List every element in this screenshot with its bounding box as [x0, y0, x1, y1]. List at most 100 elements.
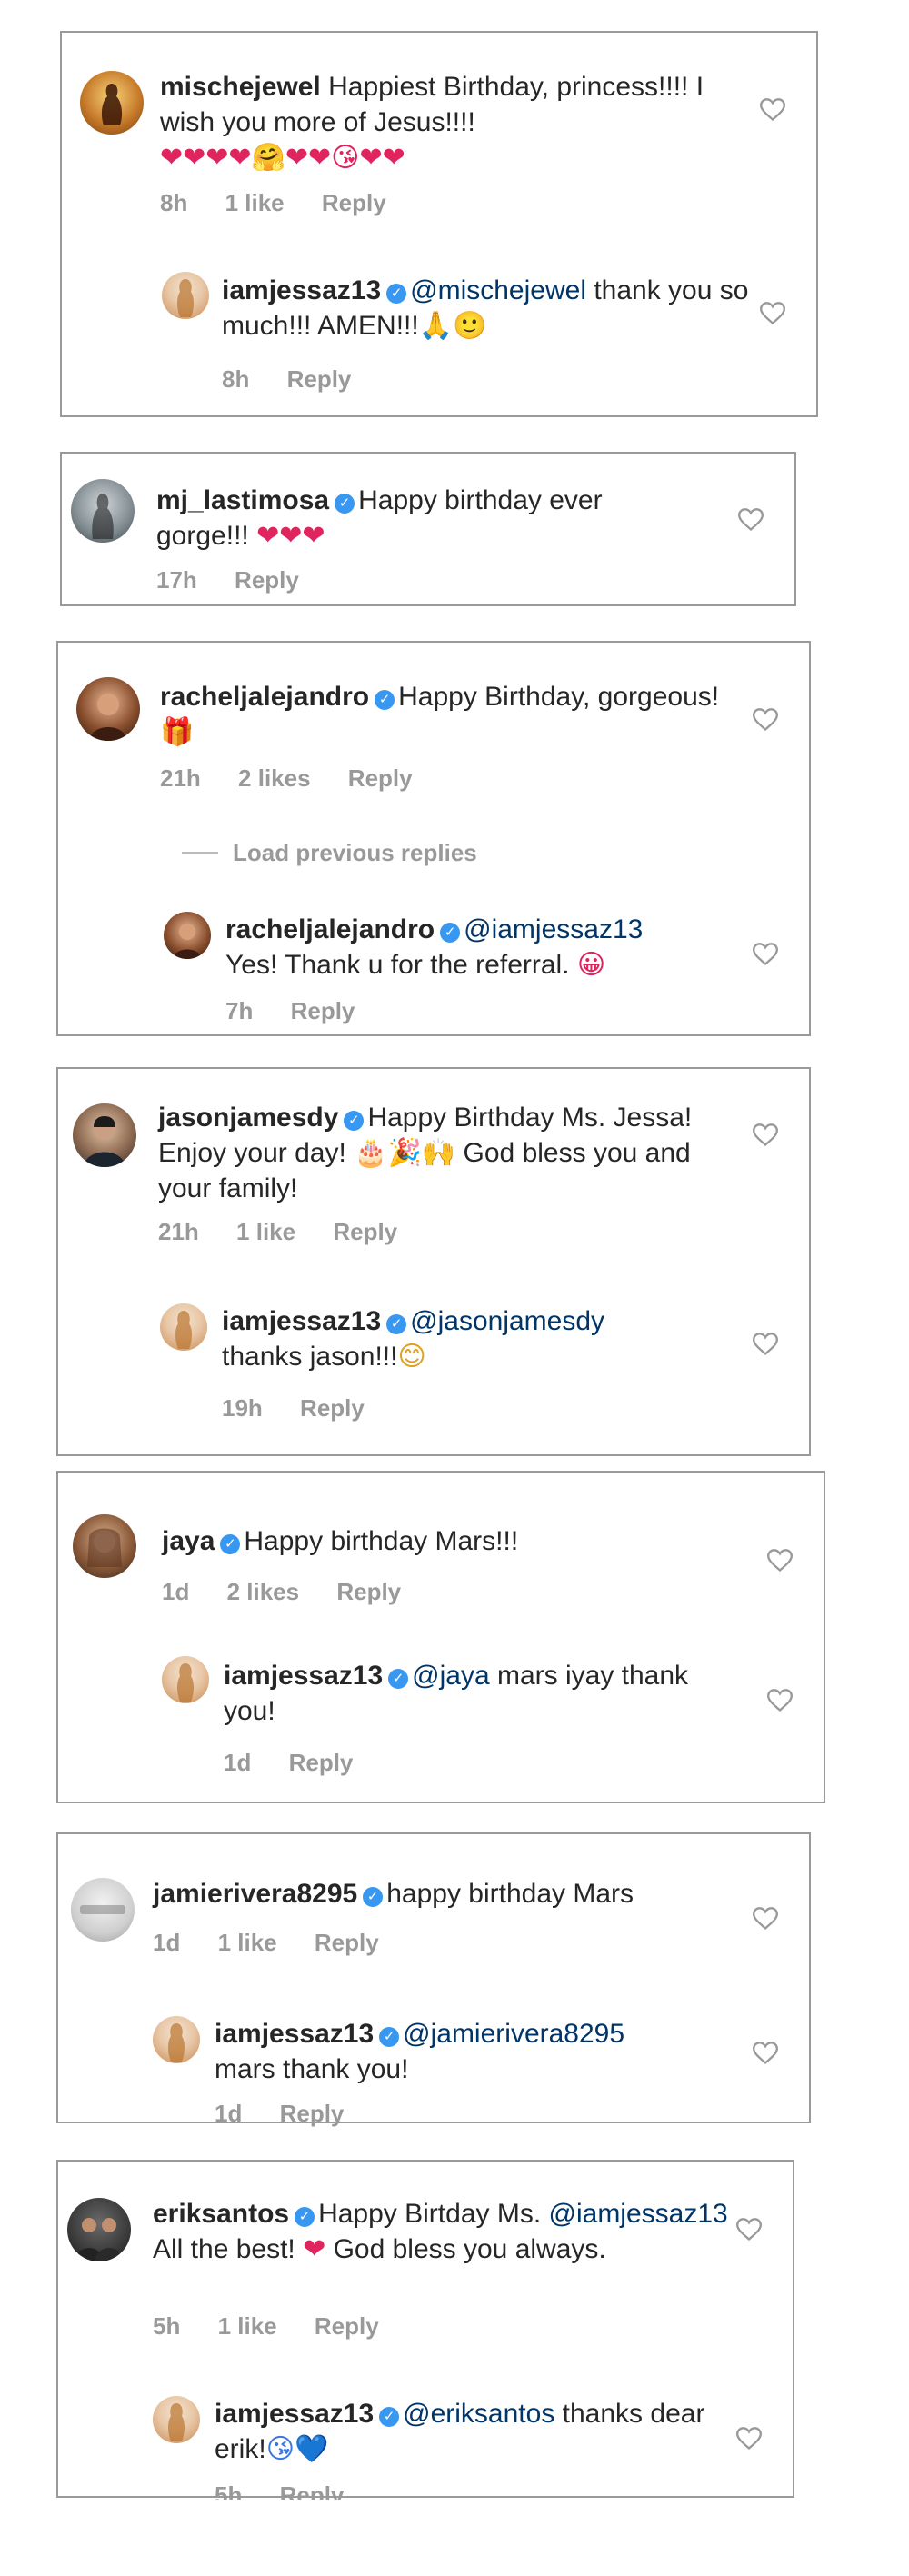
reply-meta: 5h Reply	[215, 2481, 375, 2500]
reply-button[interactable]: Reply	[291, 997, 355, 1024]
avatar[interactable]	[162, 1656, 209, 1703]
heart-icon[interactable]	[753, 1333, 778, 1356]
verified-badge-icon: ✓	[295, 2207, 315, 2227]
mention-link[interactable]: @jamierivera8295	[403, 2019, 624, 2049]
reply-button[interactable]: Reply	[280, 2100, 345, 2127]
heart-icon[interactable]	[736, 2427, 762, 2451]
timestamp: 7h	[225, 997, 254, 1024]
reply-username[interactable]: iamjessaz13	[215, 2019, 374, 2049]
likes-count[interactable]: 1 like	[225, 189, 285, 216]
comment-emoji: ❤❤❤❤🤗❤❤😘❤❤	[160, 142, 405, 174]
heart-icon[interactable]	[753, 708, 778, 732]
avatar[interactable]	[71, 479, 135, 543]
likes-count[interactable]: 2 likes	[238, 764, 311, 792]
reply-button[interactable]: Reply	[336, 1578, 401, 1605]
reply-emoji: 😊	[397, 1341, 426, 1373]
reply-button[interactable]: Reply	[333, 1218, 397, 1245]
comment-username[interactable]: racheljalejandro	[160, 682, 369, 712]
avatar[interactable]	[160, 1303, 207, 1351]
avatar[interactable]	[67, 2198, 131, 2261]
timestamp: 21h	[158, 1218, 199, 1245]
mention-link[interactable]: @eriksantos	[403, 2399, 554, 2429]
mention-link[interactable]: @iamjessaz13	[549, 2199, 728, 2229]
comment-text: eriksantos ✓ Happy Birtday Ms. @iamjessaz1…	[153, 2196, 734, 2267]
avatar[interactable]	[162, 272, 209, 319]
likes-count[interactable]: 1 like	[218, 1929, 277, 1956]
comment-text: jasonjamesdy ✓ Happy Birthday Ms. Jessa! E…	[158, 1100, 740, 1206]
comment-emoji: 🎂🎉🙌	[354, 1137, 456, 1169]
reply-button[interactable]: Reply	[289, 1749, 354, 1776]
reply-button[interactable]: Reply	[315, 2312, 379, 2340]
reply-username[interactable]: iamjessaz13	[224, 1661, 383, 1691]
heart-icon[interactable]	[753, 2042, 778, 2065]
avatar[interactable]	[73, 1103, 136, 1167]
timestamp: 1d	[215, 2100, 243, 2127]
comment-body: Happy Birtday Ms.	[318, 2199, 542, 2229]
reply-body: thanks jason!!!	[222, 1342, 398, 1372]
avatar[interactable]	[73, 1514, 136, 1578]
comment-username[interactable]: jasonjamesdy	[158, 1103, 338, 1133]
reply-button[interactable]: Reply	[315, 1929, 379, 1956]
reply-button[interactable]: Reply	[287, 365, 352, 393]
comment-card: jasonjamesdy ✓ Happy Birthday Ms. Jessa! E…	[56, 1067, 811, 1456]
heart-icon[interactable]	[738, 508, 764, 532]
reply-username[interactable]: racheljalejandro	[225, 914, 435, 944]
reply-text: iamjessaz13 ✓ @jasonjamesdy thanks jason!!…	[222, 1303, 731, 1374]
timestamp: 8h	[160, 189, 188, 216]
heart-icon[interactable]	[753, 943, 778, 966]
reply-button[interactable]: Reply	[322, 189, 386, 216]
timestamp: 1d	[153, 1929, 181, 1956]
reply-emoji: 🙏🙂	[418, 310, 487, 342]
comment-username[interactable]: jaya	[162, 1526, 215, 1556]
reply-body: Yes! Thank u for the referral.	[225, 950, 570, 980]
comment-username[interactable]: eriksantos	[153, 2199, 289, 2229]
verified-badge-icon: ✓	[386, 1314, 407, 1334]
comment-text: mj_lastimosa ✓ Happy birthday ever gorge!!…	[156, 483, 702, 554]
comment-meta: 17h Reply	[156, 566, 330, 594]
reply-username[interactable]: iamjessaz13	[222, 1306, 381, 1336]
timestamp: 1d	[162, 1578, 190, 1605]
reply-emoji: 😀	[576, 949, 606, 981]
mention-link[interactable]: @jasonjamesdy	[410, 1306, 604, 1336]
heart-icon[interactable]	[760, 302, 785, 325]
reply-button[interactable]: Reply	[348, 764, 413, 792]
mention-link[interactable]: @iamjessaz13	[464, 914, 643, 944]
reply-username[interactable]: iamjessaz13	[215, 2399, 374, 2429]
reply-button[interactable]: Reply	[300, 1394, 365, 1422]
avatar[interactable]	[153, 2016, 200, 2063]
heart-icon[interactable]	[760, 98, 785, 122]
avatar[interactable]	[164, 912, 211, 959]
verified-badge-icon: ✓	[388, 1669, 409, 1689]
comment-username[interactable]: jamierivera8295	[153, 1879, 357, 1909]
heart-icon[interactable]	[753, 1123, 778, 1147]
comment-card: jaya ✓ Happy birthday Mars!!! 1d 2 likes R…	[56, 1471, 825, 1803]
comment-card: mj_lastimosa ✓ Happy birthday ever gorge!!…	[60, 452, 796, 606]
comment-username[interactable]: mischejewel	[160, 72, 321, 102]
heart-icon[interactable]	[736, 2218, 762, 2242]
avatar[interactable]	[71, 1878, 135, 1942]
avatar[interactable]	[76, 677, 140, 741]
heart-icon[interactable]	[767, 1689, 793, 1712]
reply-meta: 1d Reply	[224, 1749, 384, 1777]
heart-icon[interactable]	[767, 1549, 793, 1573]
heart-icon[interactable]	[753, 1907, 778, 1931]
comment-card: racheljalejandro ✓ Happy Birthday, gorgeou…	[56, 641, 811, 1036]
reply-button[interactable]: Reply	[280, 2481, 345, 2500]
comment-body-end: God bless you always.	[325, 2234, 606, 2264]
likes-count[interactable]: 1 like	[236, 1218, 295, 1245]
comment-emoji: 🎁	[160, 716, 195, 748]
reply-body: mars thank you!	[215, 2054, 409, 2084]
reply-meta: 1d Reply	[215, 2100, 375, 2128]
load-previous-replies[interactable]: Load previous replies	[182, 839, 477, 867]
avatar[interactable]	[153, 2396, 200, 2443]
reply-text: iamjessaz13 ✓ @eriksantos thanks dear erik…	[215, 2396, 724, 2467]
mention-link[interactable]: @mischejewel	[410, 275, 586, 305]
mention-link[interactable]: @jaya	[412, 1661, 490, 1691]
reply-button[interactable]: Reply	[235, 566, 299, 594]
comment-username[interactable]: mj_lastimosa	[156, 485, 329, 515]
likes-count[interactable]: 1 like	[218, 2312, 277, 2340]
avatar[interactable]	[80, 71, 144, 135]
likes-count[interactable]: 2 likes	[227, 1578, 300, 1605]
reply-username[interactable]: iamjessaz13	[222, 275, 381, 305]
comment-text: mischejewel Happiest Birthday, princess!…	[160, 69, 742, 175]
